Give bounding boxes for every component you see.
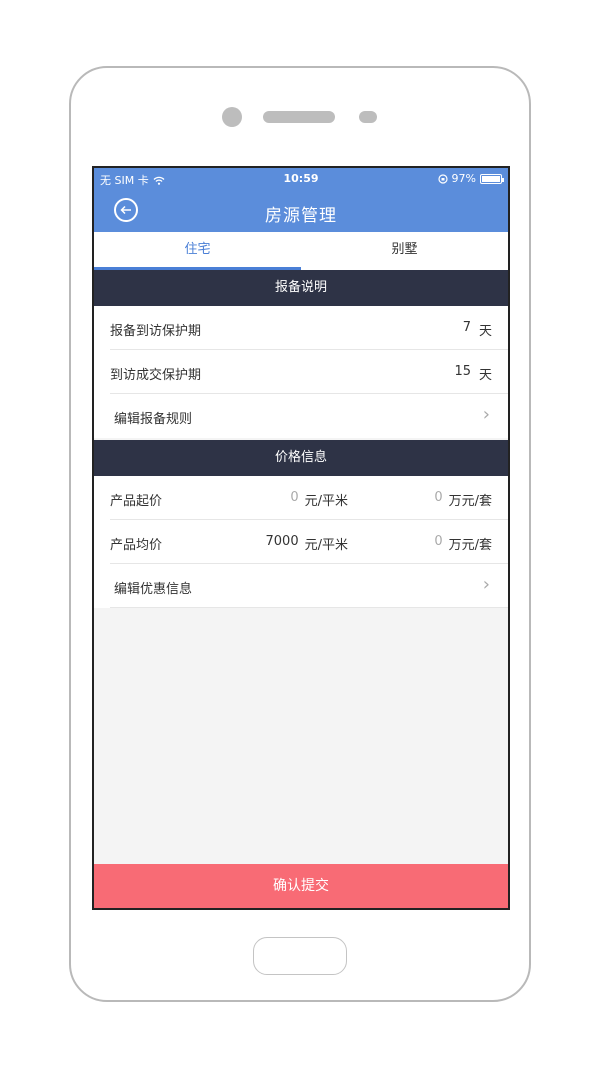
rotation-lock-icon [437,173,448,184]
chevron-right-icon: › [482,404,490,425]
row-label: 到访成交保护期 [110,368,202,383]
speaker-grille [263,111,335,123]
row-unit: 天 [478,368,492,383]
edit-discount-info-label: 编辑优惠信息 [114,582,193,597]
list-item: 报备到访保护期 7 天 [94,306,508,350]
total-price-value[interactable]: 0 [434,490,442,509]
total-price-value[interactable]: 0 [434,534,442,553]
section-header-report: 报备说明 [94,270,508,306]
row-label: 产品起价 [110,494,163,509]
unit-price-unit: 元/平米 [304,494,348,509]
row-value: 15 [454,364,471,379]
row-value: 7 [462,320,471,335]
unit-price-value[interactable]: 7000 [266,534,299,553]
row-unit: 天 [478,324,492,339]
header-bar: 无 SIM 卡 10:59 97% 房源管理 [94,168,508,232]
home-button[interactable] [253,937,347,975]
section-header-price: 价格信息 [94,440,508,476]
tab-villa[interactable]: 别墅 [301,232,508,270]
divider [110,607,508,608]
total-price-unit: 万元/套 [448,494,492,509]
submit-button[interactable]: 确认提交 [94,864,508,908]
list-item: 产品均价 7000 元/平米 0 万元/套 [94,520,508,564]
row-label: 报备到访保护期 [110,324,202,339]
list-item: 到访成交保护期 15 天 [94,350,508,394]
camera-icon [222,107,242,127]
battery-percent: 97% [451,172,476,185]
edit-discount-info-row[interactable]: 编辑优惠信息 › [94,564,508,608]
page-title: 房源管理 [265,206,337,226]
section-report: 报备到访保护期 7 天 到访成交保护期 15 天 编辑报备规则 › [94,306,508,438]
list-item: 产品起价 0 元/平米 0 万元/套 [94,476,508,520]
total-price-unit: 万元/套 [448,538,492,553]
status-bar: 无 SIM 卡 10:59 97% [94,168,508,190]
section-price: 产品起价 0 元/平米 0 万元/套 产品均价 7000 元/平米 0 万元/套 [94,476,508,608]
edit-report-rules-label: 编辑报备规则 [114,412,193,427]
app-screen: 无 SIM 卡 10:59 97% 房源管理 住宅 别墅 报备说明 报备到访保护… [92,166,510,910]
chevron-right-icon: › [482,574,490,595]
row-label: 产品均价 [110,538,163,553]
sensor-icon [359,111,377,123]
tab-bar: 住宅 别墅 [94,232,508,270]
edit-report-rules-row[interactable]: 编辑报备规则 › [94,394,508,438]
tab-residential[interactable]: 住宅 [94,232,301,270]
battery-icon [480,173,504,184]
unit-price-value[interactable]: 0 [290,490,298,509]
unit-price-unit: 元/平米 [304,538,348,553]
